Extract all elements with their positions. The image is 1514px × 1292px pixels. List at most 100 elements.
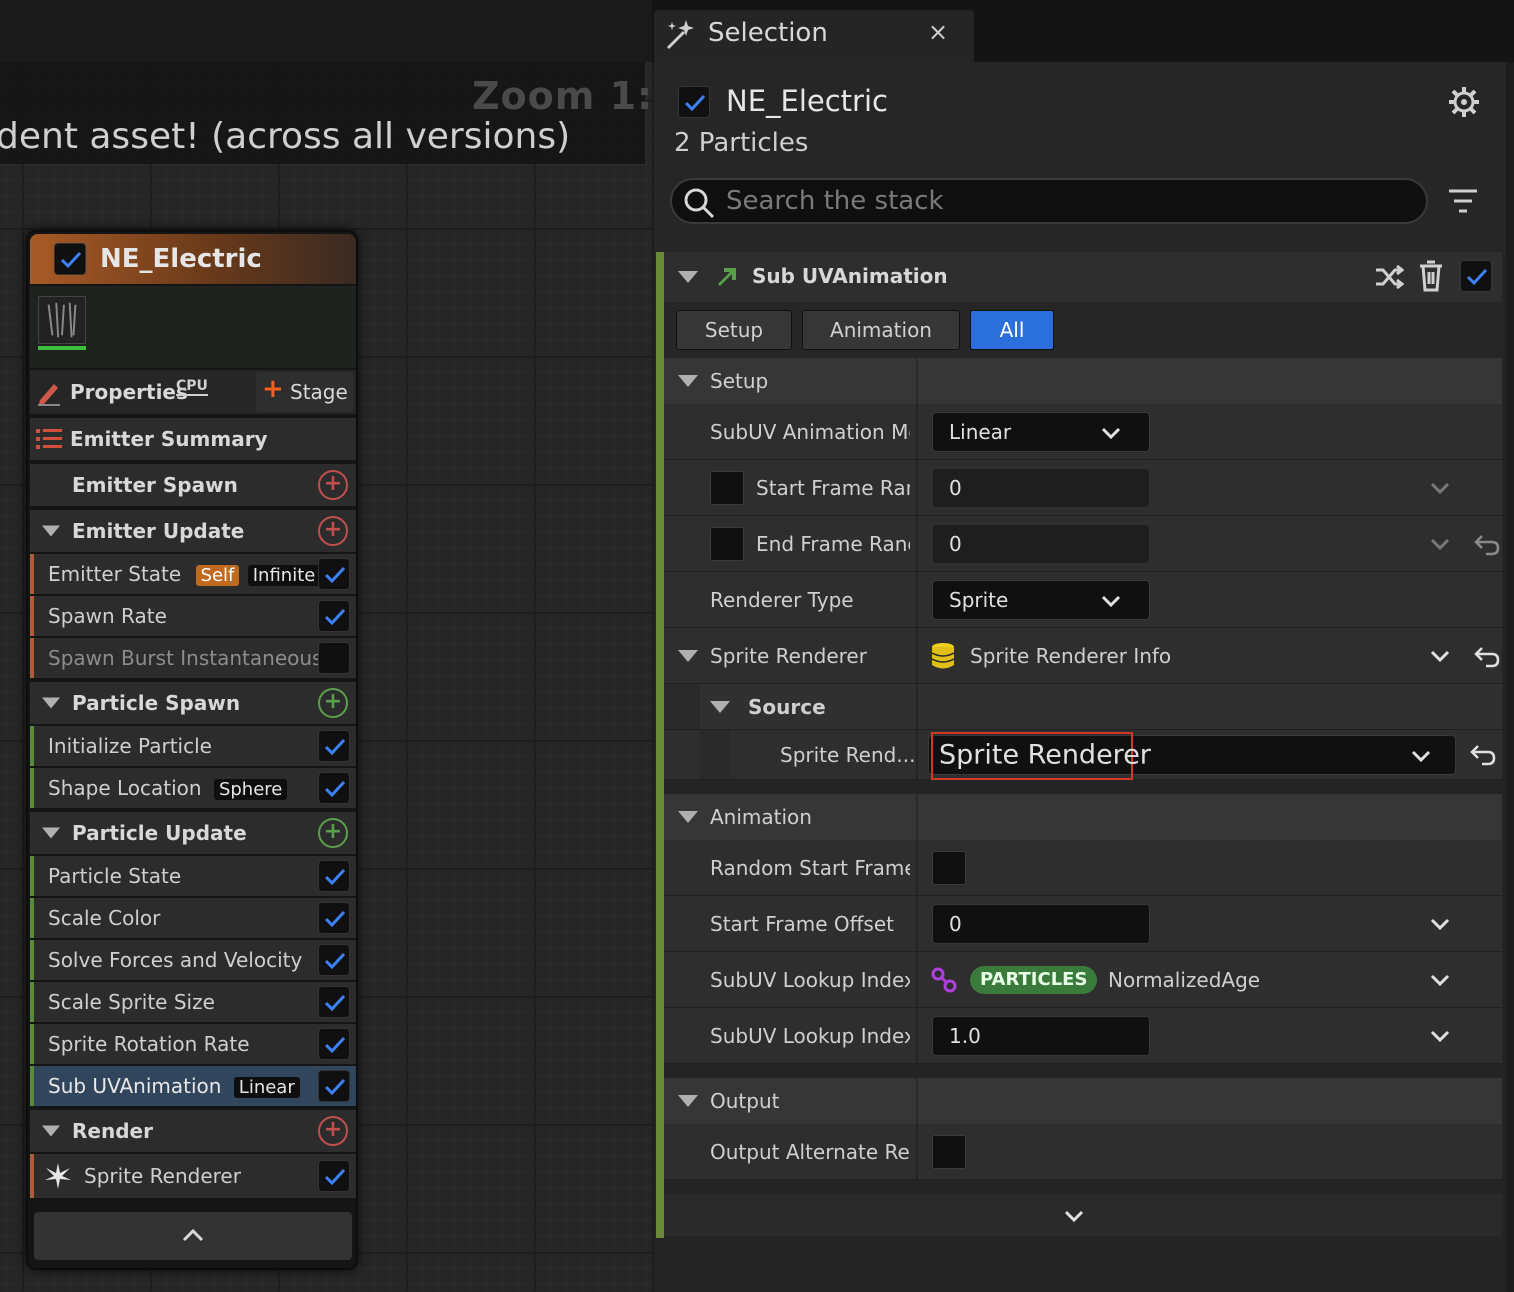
chevron-down-icon[interactable] <box>1430 974 1450 986</box>
gear-icon[interactable] <box>1448 86 1480 118</box>
stack-search-box[interactable] <box>670 178 1428 224</box>
chevron-down-icon[interactable] <box>1430 1030 1450 1042</box>
add-module-button[interactable]: + <box>318 516 348 546</box>
module-enable-checkbox[interactable] <box>318 860 350 892</box>
shuffle-icon[interactable] <box>1374 264 1404 290</box>
collapse-triangle-icon[interactable] <box>678 649 698 662</box>
start-frame-offset-field[interactable]: 0 <box>932 903 1150 944</box>
emitter-spawn-row[interactable]: Emitter Spawn + <box>30 464 356 506</box>
add-module-button[interactable]: + <box>318 818 348 848</box>
expand-more-bar[interactable] <box>664 1194 1502 1236</box>
subuv-lookup-index-field[interactable]: 1.0 <box>932 1015 1150 1056</box>
chevron-down-icon[interactable] <box>1430 538 1450 550</box>
emitter-summary-row[interactable]: Emitter Summary <box>30 418 356 460</box>
column-splitter[interactable] <box>916 628 918 683</box>
start-frame-range-override-checkbox[interactable] <box>710 471 744 505</box>
column-splitter[interactable] <box>916 1008 918 1063</box>
render-row[interactable]: Render + <box>30 1110 356 1152</box>
module-enable-checkbox[interactable] <box>1460 260 1492 292</box>
module-enable-checkbox[interactable] <box>318 600 350 632</box>
collapse-triangle-icon[interactable] <box>42 1125 60 1137</box>
column-splitter[interactable] <box>916 358 918 404</box>
collapse-triangle-icon[interactable] <box>678 271 698 283</box>
filter-setup-button[interactable]: Setup <box>676 310 792 350</box>
column-splitter[interactable] <box>916 896 918 951</box>
add-renderer-button[interactable]: + <box>318 1116 348 1146</box>
renderer-enable-checkbox[interactable] <box>318 1160 350 1192</box>
chevron-down-icon[interactable] <box>1430 482 1450 494</box>
module-header[interactable]: Sub UVAnimation <box>664 252 1502 302</box>
add-module-button[interactable]: + <box>318 688 348 718</box>
add-module-button[interactable]: + <box>318 470 348 500</box>
column-splitter[interactable] <box>916 952 918 1007</box>
collapse-triangle-icon[interactable] <box>678 375 698 387</box>
module-enable-checkbox[interactable] <box>318 772 350 804</box>
collapse-triangle-icon[interactable] <box>42 697 60 709</box>
module-row-selected[interactable]: Sub UVAnimation Linear <box>30 1066 356 1106</box>
collapse-triangle-icon[interactable] <box>678 811 698 823</box>
column-splitter[interactable] <box>916 572 918 627</box>
selection-tab[interactable]: Selection × <box>654 10 974 62</box>
particle-update-row[interactable]: Particle Update + <box>30 812 356 854</box>
column-splitter[interactable] <box>916 794 918 840</box>
column-splitter[interactable] <box>916 516 918 571</box>
module-enable-checkbox[interactable] <box>318 730 350 762</box>
column-splitter[interactable] <box>916 1124 918 1179</box>
link-icon[interactable] <box>930 966 958 994</box>
module-enable-checkbox[interactable] <box>318 558 350 590</box>
emitter-thumbnail[interactable] <box>38 296 86 344</box>
emitter-node-header[interactable]: NE_Electric <box>30 234 356 284</box>
properties-row[interactable]: Properties CPU + Stage <box>30 370 356 414</box>
reset-arrow-icon[interactable] <box>1470 744 1496 766</box>
filter-icon[interactable] <box>1448 188 1478 214</box>
module-enable-checkbox[interactable] <box>318 1070 350 1102</box>
end-frame-range-override-checkbox[interactable] <box>710 527 744 561</box>
collapse-triangle-icon[interactable] <box>42 525 60 537</box>
start-frame-range-field[interactable]: 0 <box>932 467 1150 508</box>
search-input[interactable] <box>726 184 1416 218</box>
module-row[interactable]: Scale Sprite Size <box>30 982 356 1022</box>
column-splitter[interactable] <box>916 730 918 779</box>
emitter-node[interactable]: NE_Electric Properties CPU + Stage Emitt… <box>26 230 358 1270</box>
column-splitter[interactable] <box>916 840 918 895</box>
sprite-renderer-dropdown[interactable]: Sprite Renderer <box>928 731 1456 780</box>
setup-section-header[interactable]: Setup <box>664 358 1502 404</box>
trash-icon[interactable] <box>1418 260 1444 292</box>
module-enable-checkbox[interactable] <box>318 986 350 1018</box>
module-row[interactable]: Scale Color <box>30 898 356 938</box>
column-splitter[interactable] <box>916 684 918 729</box>
module-enable-checkbox[interactable] <box>318 642 350 674</box>
reset-arrow-icon[interactable] <box>1474 646 1500 668</box>
filter-all-button[interactable]: All <box>970 310 1054 350</box>
module-row[interactable]: Initialize Particle <box>30 726 356 766</box>
output-alternate-checkbox[interactable] <box>932 1135 966 1169</box>
renderer-type-dropdown[interactable]: Sprite <box>932 579 1150 620</box>
source-row[interactable]: Source <box>664 684 1502 730</box>
collapse-triangle-icon[interactable] <box>678 1095 698 1107</box>
module-enable-checkbox[interactable] <box>318 944 350 976</box>
particle-spawn-row[interactable]: Particle Spawn + <box>30 682 356 724</box>
animation-section-header[interactable]: Animation <box>664 794 1502 840</box>
module-enable-checkbox[interactable] <box>318 902 350 934</box>
end-frame-range-field[interactable]: 0 <box>932 523 1150 564</box>
column-splitter[interactable] <box>916 460 918 515</box>
emitter-enable-checkbox[interactable] <box>678 86 710 118</box>
output-section-header[interactable]: Output <box>664 1078 1502 1124</box>
column-splitter[interactable] <box>916 404 918 459</box>
add-stage-button[interactable]: + Stage <box>256 372 354 412</box>
renderer-row[interactable]: Sprite Renderer <box>30 1154 356 1198</box>
close-tab-button[interactable]: × <box>928 18 948 46</box>
module-row[interactable]: Solve Forces and Velocity <box>30 940 356 980</box>
reset-arrow-icon[interactable] <box>1474 534 1500 556</box>
module-row[interactable]: Emitter State Self Infinite <box>30 554 356 594</box>
sprite-renderer-row[interactable]: Sprite Renderer Sprite Renderer Info <box>664 628 1502 684</box>
module-row[interactable]: Sprite Rotation Rate <box>30 1024 356 1064</box>
random-start-frame-checkbox[interactable] <box>932 851 966 885</box>
emitter-update-row[interactable]: Emitter Update + <box>30 510 356 552</box>
emitter-enable-checkbox[interactable] <box>54 243 86 275</box>
collapse-node-button[interactable] <box>34 1212 352 1260</box>
chevron-down-icon[interactable] <box>1430 650 1450 662</box>
module-enable-checkbox[interactable] <box>318 1028 350 1060</box>
column-splitter[interactable] <box>916 1078 918 1124</box>
module-row[interactable]: Particle State <box>30 856 356 896</box>
